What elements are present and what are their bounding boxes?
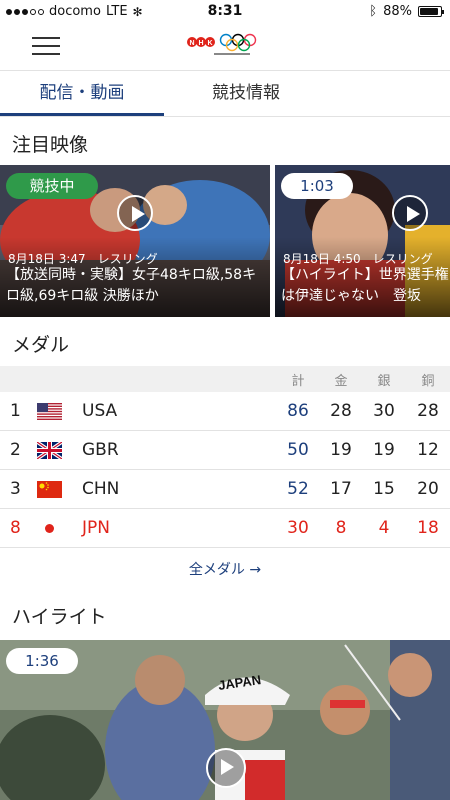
chn-flag-icon	[37, 481, 62, 498]
video-card[interactable]: 競技中 8月18日 3:47 レスリング 【放送同時・実験】女子48キロ級,58…	[0, 165, 270, 317]
rank: 3	[10, 479, 21, 499]
status-bar: docomo LTE ✻ 8:31 ᛒ 88%	[0, 0, 450, 22]
battery-fill	[420, 8, 438, 15]
silver-count: 19	[373, 440, 395, 460]
highlight-section-title: ハイライト	[12, 606, 107, 628]
gold-count: 17	[330, 479, 352, 499]
bronze-count: 12	[417, 440, 439, 460]
bronze-header: 銅	[421, 374, 435, 389]
gold-count: 19	[330, 440, 352, 460]
play-icon[interactable]	[206, 748, 246, 788]
nhk-olympic-logo: N H K	[187, 33, 257, 55]
gold-count: 28	[330, 401, 352, 421]
video-title: 【放送同時・実験】女子48キロ級,58キロ級,69キロ級 決勝ほか	[6, 267, 257, 304]
rank: 1	[10, 401, 21, 421]
gbr-flag-icon	[37, 442, 62, 459]
total-count: 86	[287, 401, 309, 421]
country-code: CHN	[82, 479, 120, 499]
usa-flag-icon	[37, 403, 62, 420]
country-code: JPN	[82, 518, 110, 538]
medal-table-header: 計 金 銀 銅	[0, 366, 450, 392]
play-icon[interactable]	[117, 195, 153, 231]
featured-section-title: 注目映像	[12, 134, 89, 156]
total-count: 52	[287, 479, 309, 499]
rank: 8	[10, 518, 21, 538]
medal-row[interactable]: 1 USA 86 28 30 28	[0, 392, 450, 431]
gold-header: 金	[334, 374, 348, 389]
country-code: GBR	[82, 440, 119, 460]
medal-row[interactable]: 2 GBR 50 19 19 12	[0, 431, 450, 470]
tab-bar: 配信・動画 競技情報	[0, 70, 450, 117]
duration-badge: 1:36	[6, 648, 78, 674]
medal-row[interactable]: 3 CHN 52 17 15 20	[0, 470, 450, 509]
country-code: USA	[82, 401, 118, 421]
silver-count: 15	[373, 479, 395, 499]
video-title: 【ハイライト】世界選手権は伊達じゃない 登坂	[281, 267, 449, 304]
battery-icon	[418, 6, 444, 17]
medal-row[interactable]: 8 JPN 30 8 4 18	[0, 509, 450, 548]
silver-header: 銀	[377, 374, 391, 389]
app-header: N H K	[0, 22, 450, 70]
rank: 2	[10, 440, 21, 460]
all-medals-link[interactable]: 全メダル →	[0, 559, 450, 579]
bluetooth-icon: ᛒ	[369, 4, 378, 19]
svg-text:H: H	[198, 40, 203, 47]
live-badge: 競技中	[6, 173, 98, 199]
bronze-count: 18	[417, 518, 439, 538]
silver-count: 30	[373, 401, 395, 421]
play-icon[interactable]	[392, 195, 428, 231]
duration-badge: 1:03	[281, 173, 353, 199]
featured-carousel: 競技中 8月18日 3:47 レスリング 【放送同時・実験】女子48キロ級,58…	[0, 165, 450, 317]
bronze-count: 28	[417, 401, 439, 421]
tab-videos[interactable]: 配信・動画	[0, 71, 164, 116]
hamburger-icon[interactable]	[32, 37, 60, 55]
svg-text:N: N	[189, 40, 194, 47]
battery-percent: 88%	[383, 4, 412, 19]
highlight-video[interactable]: JAPAN 1:36	[0, 640, 450, 800]
bronze-count: 20	[417, 479, 439, 499]
tab-sports-info[interactable]: 競技情報	[164, 71, 328, 116]
medals-section-title: メダル	[12, 334, 70, 356]
gold-count: 8	[335, 518, 347, 538]
jpn-flag-icon	[37, 520, 62, 537]
svg-text:K: K	[207, 40, 212, 47]
video-card[interactable]: 1:03 8月18日 4:50 レスリング 【ハイライト】世界選手権は伊達じゃな…	[275, 165, 450, 317]
total-header: 計	[291, 374, 305, 389]
total-count: 50	[287, 440, 309, 460]
silver-count: 4	[378, 518, 390, 538]
total-count: 30	[287, 518, 309, 538]
